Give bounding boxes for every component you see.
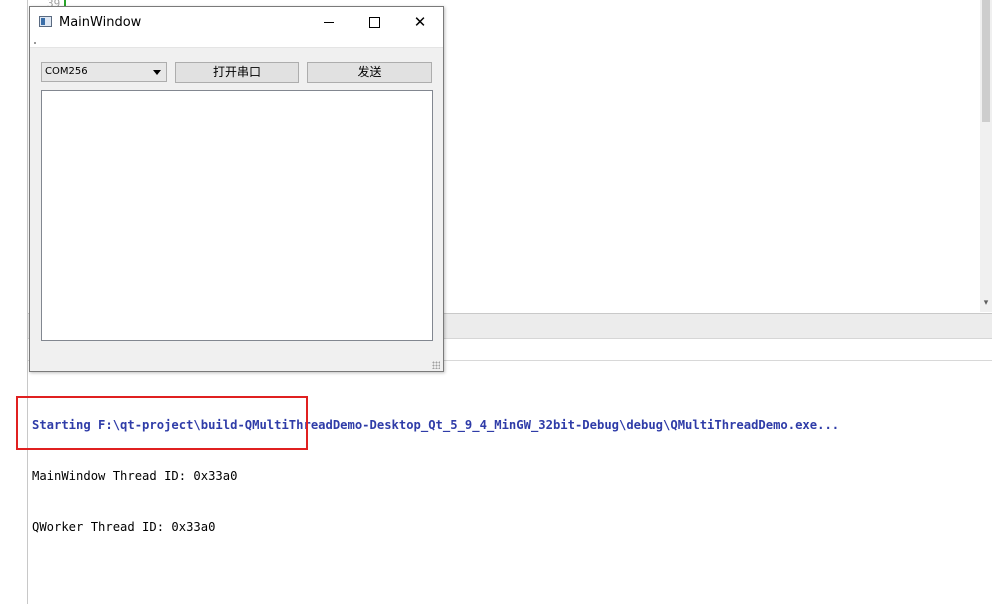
send-button[interactable]: 发送 [307, 62, 432, 83]
serial-port-value: COM256 [45, 66, 88, 77]
scroll-down-arrow-icon[interactable]: ▾ [980, 296, 992, 310]
app-window-icon [39, 16, 52, 27]
minimize-button[interactable] [306, 7, 352, 38]
serial-port-select[interactable]: COM256 [41, 62, 167, 82]
editor-scrollbar[interactable]: ▾ [980, 0, 992, 312]
open-serial-port-button[interactable]: 打开串口 [175, 62, 299, 83]
menu-bar-handle [34, 42, 36, 44]
maximize-icon [368, 17, 380, 28]
ide-editor-border [27, 0, 28, 604]
dropdown-arrow-icon[interactable] [153, 70, 161, 75]
minimize-icon [324, 22, 334, 23]
highlight-annotation-box [16, 396, 308, 450]
output-line-mainwindow-thread: MainWindow Thread ID: 0x33a0 [32, 469, 238, 483]
size-grip-icon[interactable] [432, 361, 440, 369]
close-button[interactable]: ✕ [397, 7, 443, 38]
menu-bar[interactable] [30, 39, 443, 48]
window-title: MainWindow [59, 15, 142, 30]
maximize-button[interactable] [351, 7, 397, 38]
scrollbar-thumb[interactable] [982, 0, 990, 122]
output-line-worker-thread: QWorker Thread ID: 0x33a0 [32, 520, 216, 534]
main-window: MainWindow ✕ COM256 打开串口 发送 [29, 6, 444, 372]
receive-text-area[interactable] [41, 90, 433, 341]
close-icon: ✕ [413, 13, 427, 31]
title-bar[interactable]: MainWindow ✕ [30, 7, 443, 39]
